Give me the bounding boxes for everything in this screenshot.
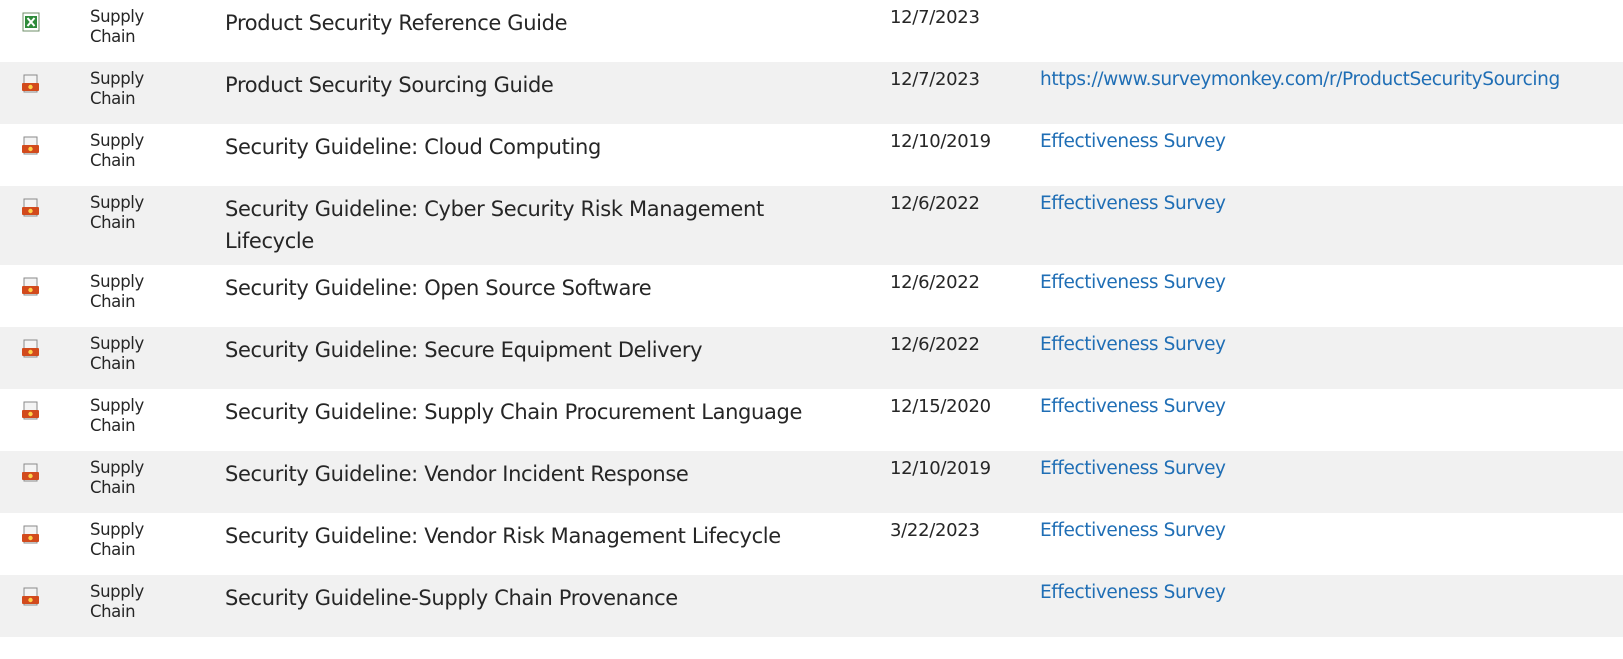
survey-url-link[interactable]: https://www.surveymonkey.com/r/ProductSe… <box>1040 69 1560 91</box>
document-date: 12/10/2019 <box>890 458 991 479</box>
document-title[interactable]: Security Guideline: Open Source Software <box>225 272 865 304</box>
document-title[interactable]: Security Guideline: Cloud Computing <box>225 131 865 163</box>
document-row: Supply Chain Security Guideline: Supply … <box>0 389 1623 451</box>
effectiveness-survey-link[interactable]: Effectiveness Survey <box>1040 582 1226 604</box>
document-row: Supply Chain Security Guideline-Supply C… <box>0 575 1623 637</box>
category-label: Supply Chain <box>90 520 144 559</box>
document-date: 12/6/2022 <box>890 334 980 355</box>
document-row: Supply Chain Security Guideline: Cyber S… <box>0 186 1623 265</box>
document-date: 12/7/2023 <box>890 69 980 90</box>
document-date: 12/10/2019 <box>890 131 991 152</box>
category-label: Supply Chain <box>90 582 144 621</box>
category-label: Supply Chain <box>90 334 144 373</box>
effectiveness-survey-link[interactable]: Effectiveness Survey <box>1040 520 1226 542</box>
pdf-file-icon[interactable] <box>20 198 42 218</box>
document-row: Supply Chain Product Security Sourcing G… <box>0 62 1623 124</box>
document-date: 12/6/2022 <box>890 272 980 293</box>
category-label: Supply Chain <box>90 396 144 435</box>
document-date: 12/15/2020 <box>890 396 991 417</box>
document-row: Supply Chain Security Guideline: Vendor … <box>0 451 1623 513</box>
pdf-file-icon[interactable] <box>20 136 42 156</box>
document-row: Supply Chain Security Guideline: Vendor … <box>0 513 1623 575</box>
document-row: Supply Chain Product Security Reference … <box>0 0 1623 62</box>
document-title[interactable]: Security Guideline: Vendor Risk Manageme… <box>225 520 865 552</box>
category-label: Supply Chain <box>90 193 144 232</box>
document-title[interactable]: Security Guideline: Supply Chain Procure… <box>225 396 865 428</box>
document-date: 3/22/2023 <box>890 520 980 541</box>
category-label: Supply Chain <box>90 69 144 108</box>
pdf-file-icon[interactable] <box>20 587 42 607</box>
document-title[interactable]: Product Security Reference Guide <box>225 7 865 39</box>
category-label: Supply Chain <box>90 458 144 497</box>
excel-file-icon[interactable] <box>20 12 42 32</box>
document-title[interactable]: Security Guideline: Vendor Incident Resp… <box>225 458 865 490</box>
document-row: Supply Chain Security Guideline: Cloud C… <box>0 124 1623 186</box>
document-date: 12/6/2022 <box>890 193 980 214</box>
document-title[interactable]: Security Guideline: Secure Equipment Del… <box>225 334 865 366</box>
document-list: Supply Chain Product Security Reference … <box>0 0 1623 659</box>
effectiveness-survey-link[interactable]: Effectiveness Survey <box>1040 458 1226 480</box>
document-date: 12/7/2023 <box>890 7 980 28</box>
document-title[interactable]: Security Guideline-Supply Chain Provenan… <box>225 582 865 614</box>
effectiveness-survey-link[interactable]: Effectiveness Survey <box>1040 334 1226 356</box>
pdf-file-icon[interactable] <box>20 463 42 483</box>
category-label: Supply Chain <box>90 131 144 170</box>
pdf-file-icon[interactable] <box>20 339 42 359</box>
document-row: Supply Chain Security Guideline: Open So… <box>0 265 1623 327</box>
document-title[interactable]: Security Guideline: Cyber Security Risk … <box>225 193 825 257</box>
effectiveness-survey-link[interactable]: Effectiveness Survey <box>1040 193 1226 215</box>
effectiveness-survey-link[interactable]: Effectiveness Survey <box>1040 131 1226 153</box>
pdf-file-icon[interactable] <box>20 401 42 421</box>
category-label: Supply Chain <box>90 272 144 311</box>
pdf-file-icon[interactable] <box>20 525 42 545</box>
category-label: Supply Chain <box>90 7 144 46</box>
document-title[interactable]: Product Security Sourcing Guide <box>225 69 865 101</box>
pdf-file-icon[interactable] <box>20 277 42 297</box>
pdf-file-icon[interactable] <box>20 74 42 94</box>
effectiveness-survey-link[interactable]: Effectiveness Survey <box>1040 272 1226 294</box>
document-row: Supply Chain Security Guideline: Secure … <box>0 327 1623 389</box>
effectiveness-survey-link[interactable]: Effectiveness Survey <box>1040 396 1226 418</box>
